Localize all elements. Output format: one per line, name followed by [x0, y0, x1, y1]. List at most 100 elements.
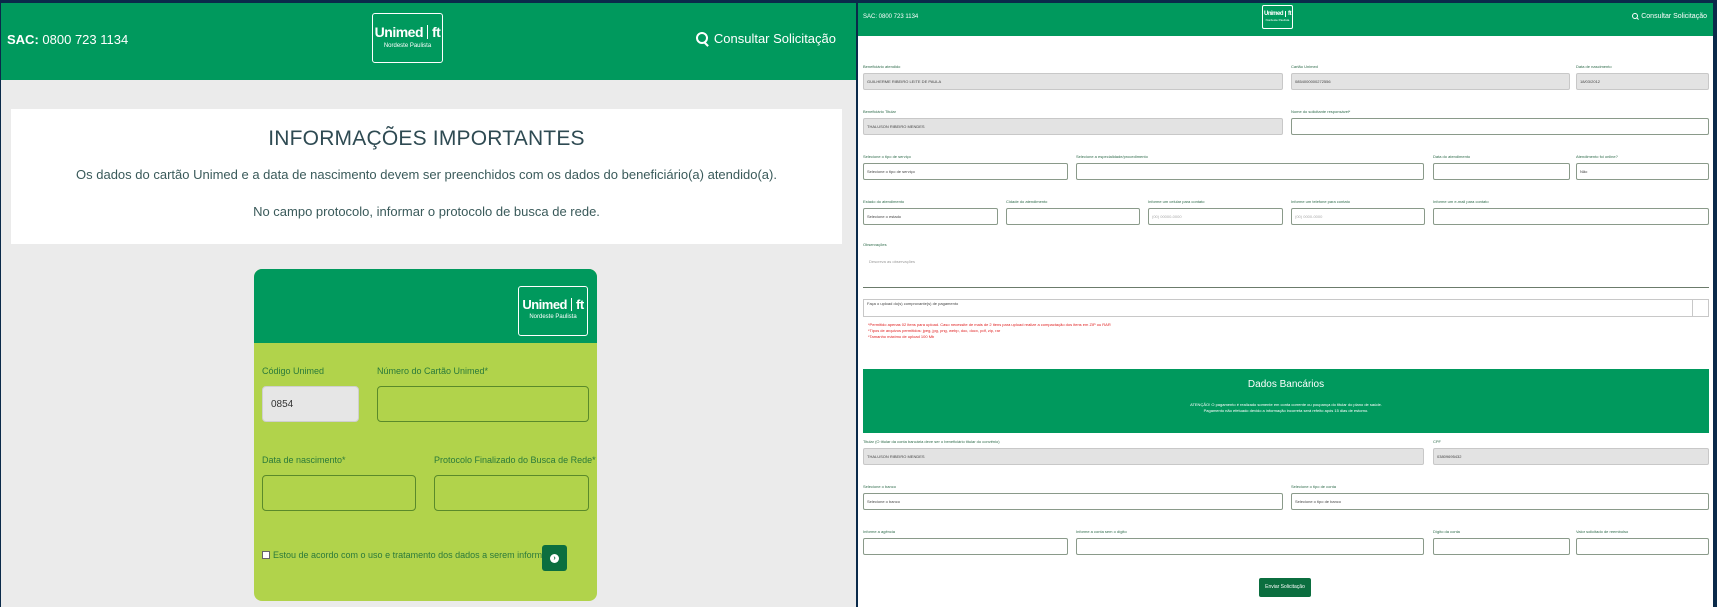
header: SAC: 0800 723 1134 Unimed ft Nordeste Pau…: [1, 3, 856, 80]
agencia-label: Informe a agência: [863, 529, 896, 534]
tipo-conta-label: Selecione o tipo de conta: [1291, 484, 1336, 489]
info-line-1: Os dados do cartão Unimed e a data de na…: [76, 167, 777, 182]
card-unimed-logo: Unimed ft Nordeste Paulista: [518, 286, 588, 336]
tipo-servico-select[interactable]: Selecione o tipo de serviço: [863, 163, 1068, 180]
protocolo-field[interactable]: [434, 475, 589, 511]
data-atendimento-field[interactable]: [1433, 163, 1570, 180]
bank-data-banner: Dados Bancários ATENÇÃO! O pagamento é r…: [863, 369, 1709, 433]
telefone-field[interactable]: (00) 0000-0000: [1291, 208, 1425, 225]
especialidade-label: Selecione a especialidade/procedimento: [1076, 154, 1148, 159]
logo-brand: Unimed: [1263, 11, 1284, 17]
nascimento-field[interactable]: [262, 475, 416, 511]
info-title: INFORMAÇÕES IMPORTANTES: [268, 127, 585, 150]
sac-contact: SAC: 0800 723 1134: [863, 14, 919, 20]
logo-subtitle: Nordeste Paulista: [1265, 18, 1290, 22]
nascimento-label: Data de nascimento: [1576, 64, 1612, 69]
submit-arrow-button[interactable]: ›: [542, 545, 567, 571]
upload-note-3: *Tamanho máximo de upload 100 Mb: [868, 334, 935, 339]
login-panel: SAC: 0800 723 1134 Unimed ft Nordeste Pau…: [1, 3, 856, 607]
card-header: Unimed ft Nordeste Paulista: [254, 269, 597, 343]
tipo-conta-select[interactable]: Selecione o tipo de banco: [1291, 493, 1709, 510]
enviar-solicitacao-button[interactable]: Enviar Solicitação: [1259, 578, 1311, 597]
sac-contact: SAC: 0800 723 1134: [7, 32, 128, 47]
card-logo-brand: Unimed: [522, 297, 567, 312]
consult-label: Consultar Solicitação: [1641, 13, 1707, 20]
conta-field[interactable]: [1076, 538, 1424, 555]
cpf-field[interactable]: 03809695432: [1433, 448, 1709, 465]
nascimento-label: Data de nascimento*: [262, 455, 346, 465]
observacoes-label: Observações: [863, 242, 887, 247]
bank-attention-2: Pagamento não efetuado devido a informaç…: [1203, 408, 1369, 413]
celular-label: Informe um celular para contato: [1148, 199, 1205, 204]
upload-label: Faça o upload do(s) comprovante(s) de pa…: [867, 301, 959, 306]
titular-conta-label: Titular (O titular da conta bancária dev…: [863, 439, 1000, 444]
banco-select[interactable]: Selecione o banco: [863, 493, 1283, 510]
data-atendimento-label: Data do atendimento: [1433, 154, 1471, 159]
arrow-right-icon: ›: [550, 553, 559, 563]
valor-label: Valor solicitado de reembolso: [1576, 529, 1629, 534]
cpf-label: CPF: [1433, 439, 1441, 444]
agencia-field[interactable]: [863, 538, 1068, 555]
logo-subtitle: Nordeste Paulista: [383, 43, 432, 49]
solicitante-field[interactable]: [1291, 118, 1709, 135]
logo-symbol-icon: ft: [432, 24, 441, 40]
sac-label: SAC:: [7, 32, 39, 47]
titular-conta-field[interactable]: THALUSON RIBEIRO MENDES: [863, 448, 1424, 465]
codigo-label: Código Unimed: [262, 366, 325, 376]
upload-notes: *Permitido apenas 02 itens para upload. …: [868, 322, 1111, 340]
consult-request-link[interactable]: Consultar Solicitação: [1632, 13, 1707, 20]
online-select[interactable]: Não: [1576, 163, 1709, 180]
email-field[interactable]: [1433, 208, 1709, 225]
info-line-2: No campo protocolo, informar o protocolo…: [253, 204, 600, 219]
celular-field[interactable]: (00) 00000-0000: [1148, 208, 1283, 225]
consent-checkbox[interactable]: [262, 551, 270, 559]
reimbursement-form-panel: SAC: 0800 723 1134 Unimed ft Nordeste Pau…: [858, 3, 1713, 607]
card-logo-subtitle: Nordeste Paulista: [529, 314, 577, 320]
sac-phone: 0800 723 1134: [42, 32, 129, 47]
cidade-select[interactable]: [1006, 208, 1140, 225]
cartao-label: Cartão Unimed: [1291, 64, 1318, 69]
estado-select[interactable]: Selecione o estado: [863, 208, 998, 225]
unimed-logo[interactable]: Unimed ft Nordeste Paulista: [372, 13, 443, 63]
observacoes-textarea[interactable]: Descreva as observações: [863, 248, 1709, 288]
banco-label: Selecione o banco: [863, 484, 896, 489]
consent-label: Estou de acordo com o uso e tratamento d…: [273, 550, 565, 560]
bank-attention: ATENÇÃO! O pagamento é realizado somente…: [1190, 402, 1382, 407]
conta-label: Informe a conta sem o dígito: [1076, 529, 1127, 534]
solicitante-label: Nome do solicitante responsável*: [1291, 109, 1351, 114]
telefone-label: Informe um telefone para contato: [1291, 199, 1350, 204]
consult-request-link[interactable]: Consultar Solicitação: [695, 31, 836, 46]
tipo-servico-label: Selecione o tipo de serviço: [863, 154, 911, 159]
header: SAC: 0800 723 1134 Unimed ft Nordeste Pau…: [858, 3, 1713, 36]
numero-cartao-label: Número do Cartão Unimed*: [377, 366, 489, 376]
numero-cartao-field[interactable]: [377, 386, 589, 422]
logo-symbol-icon: ft: [1288, 11, 1292, 17]
search-icon: [695, 31, 709, 46]
nascimento-field[interactable]: 18/03/2012: [1576, 73, 1709, 90]
valor-field[interactable]: [1576, 538, 1709, 555]
important-info-box: INFORMAÇÕES IMPORTANTES Os dados do cart…: [11, 109, 842, 244]
logo-symbol-icon: ft: [576, 297, 584, 312]
search-icon: [1632, 13, 1639, 20]
upload-field[interactable]: Faça o upload do(s) comprovante(s) de pa…: [863, 299, 1709, 317]
logo-brand: Unimed: [374, 24, 424, 40]
access-card: Unimed ft Nordeste Paulista Código Unimed…: [254, 269, 597, 601]
digito-field[interactable]: [1433, 538, 1570, 555]
cartao-field[interactable]: 0854000000272556: [1291, 73, 1570, 90]
upload-divider: [1692, 300, 1693, 316]
codigo-unimed-field[interactable]: [262, 386, 359, 422]
online-label: Atendimento foi online?: [1576, 154, 1618, 159]
estado-label: Estado do atendimento: [863, 199, 905, 204]
beneficiario-titular-label: Beneficiário Titular: [863, 109, 896, 114]
cidade-label: Cidade do atendimento: [1006, 199, 1048, 204]
beneficiario-atendido-label: Beneficiário atendido: [863, 64, 901, 69]
especialidade-select[interactable]: [1076, 163, 1424, 180]
beneficiario-atendido-field[interactable]: GUILHERME RIBEIRO LEITE DE PAULA: [863, 73, 1283, 90]
unimed-logo[interactable]: Unimed ft Nordeste Paulista: [1262, 5, 1293, 29]
beneficiario-titular-field[interactable]: THALUSON RIBEIRO MENDES: [863, 118, 1283, 135]
consult-label: Consultar Solicitação: [713, 31, 836, 46]
email-label: Informe um e-mail para contato: [1433, 199, 1489, 204]
bank-title: Dados Bancários: [1247, 379, 1325, 390]
digito-label: Dígito da conta: [1433, 529, 1460, 534]
protocolo-label: Protocolo Finalizado do Busca de Rede*: [434, 455, 596, 465]
